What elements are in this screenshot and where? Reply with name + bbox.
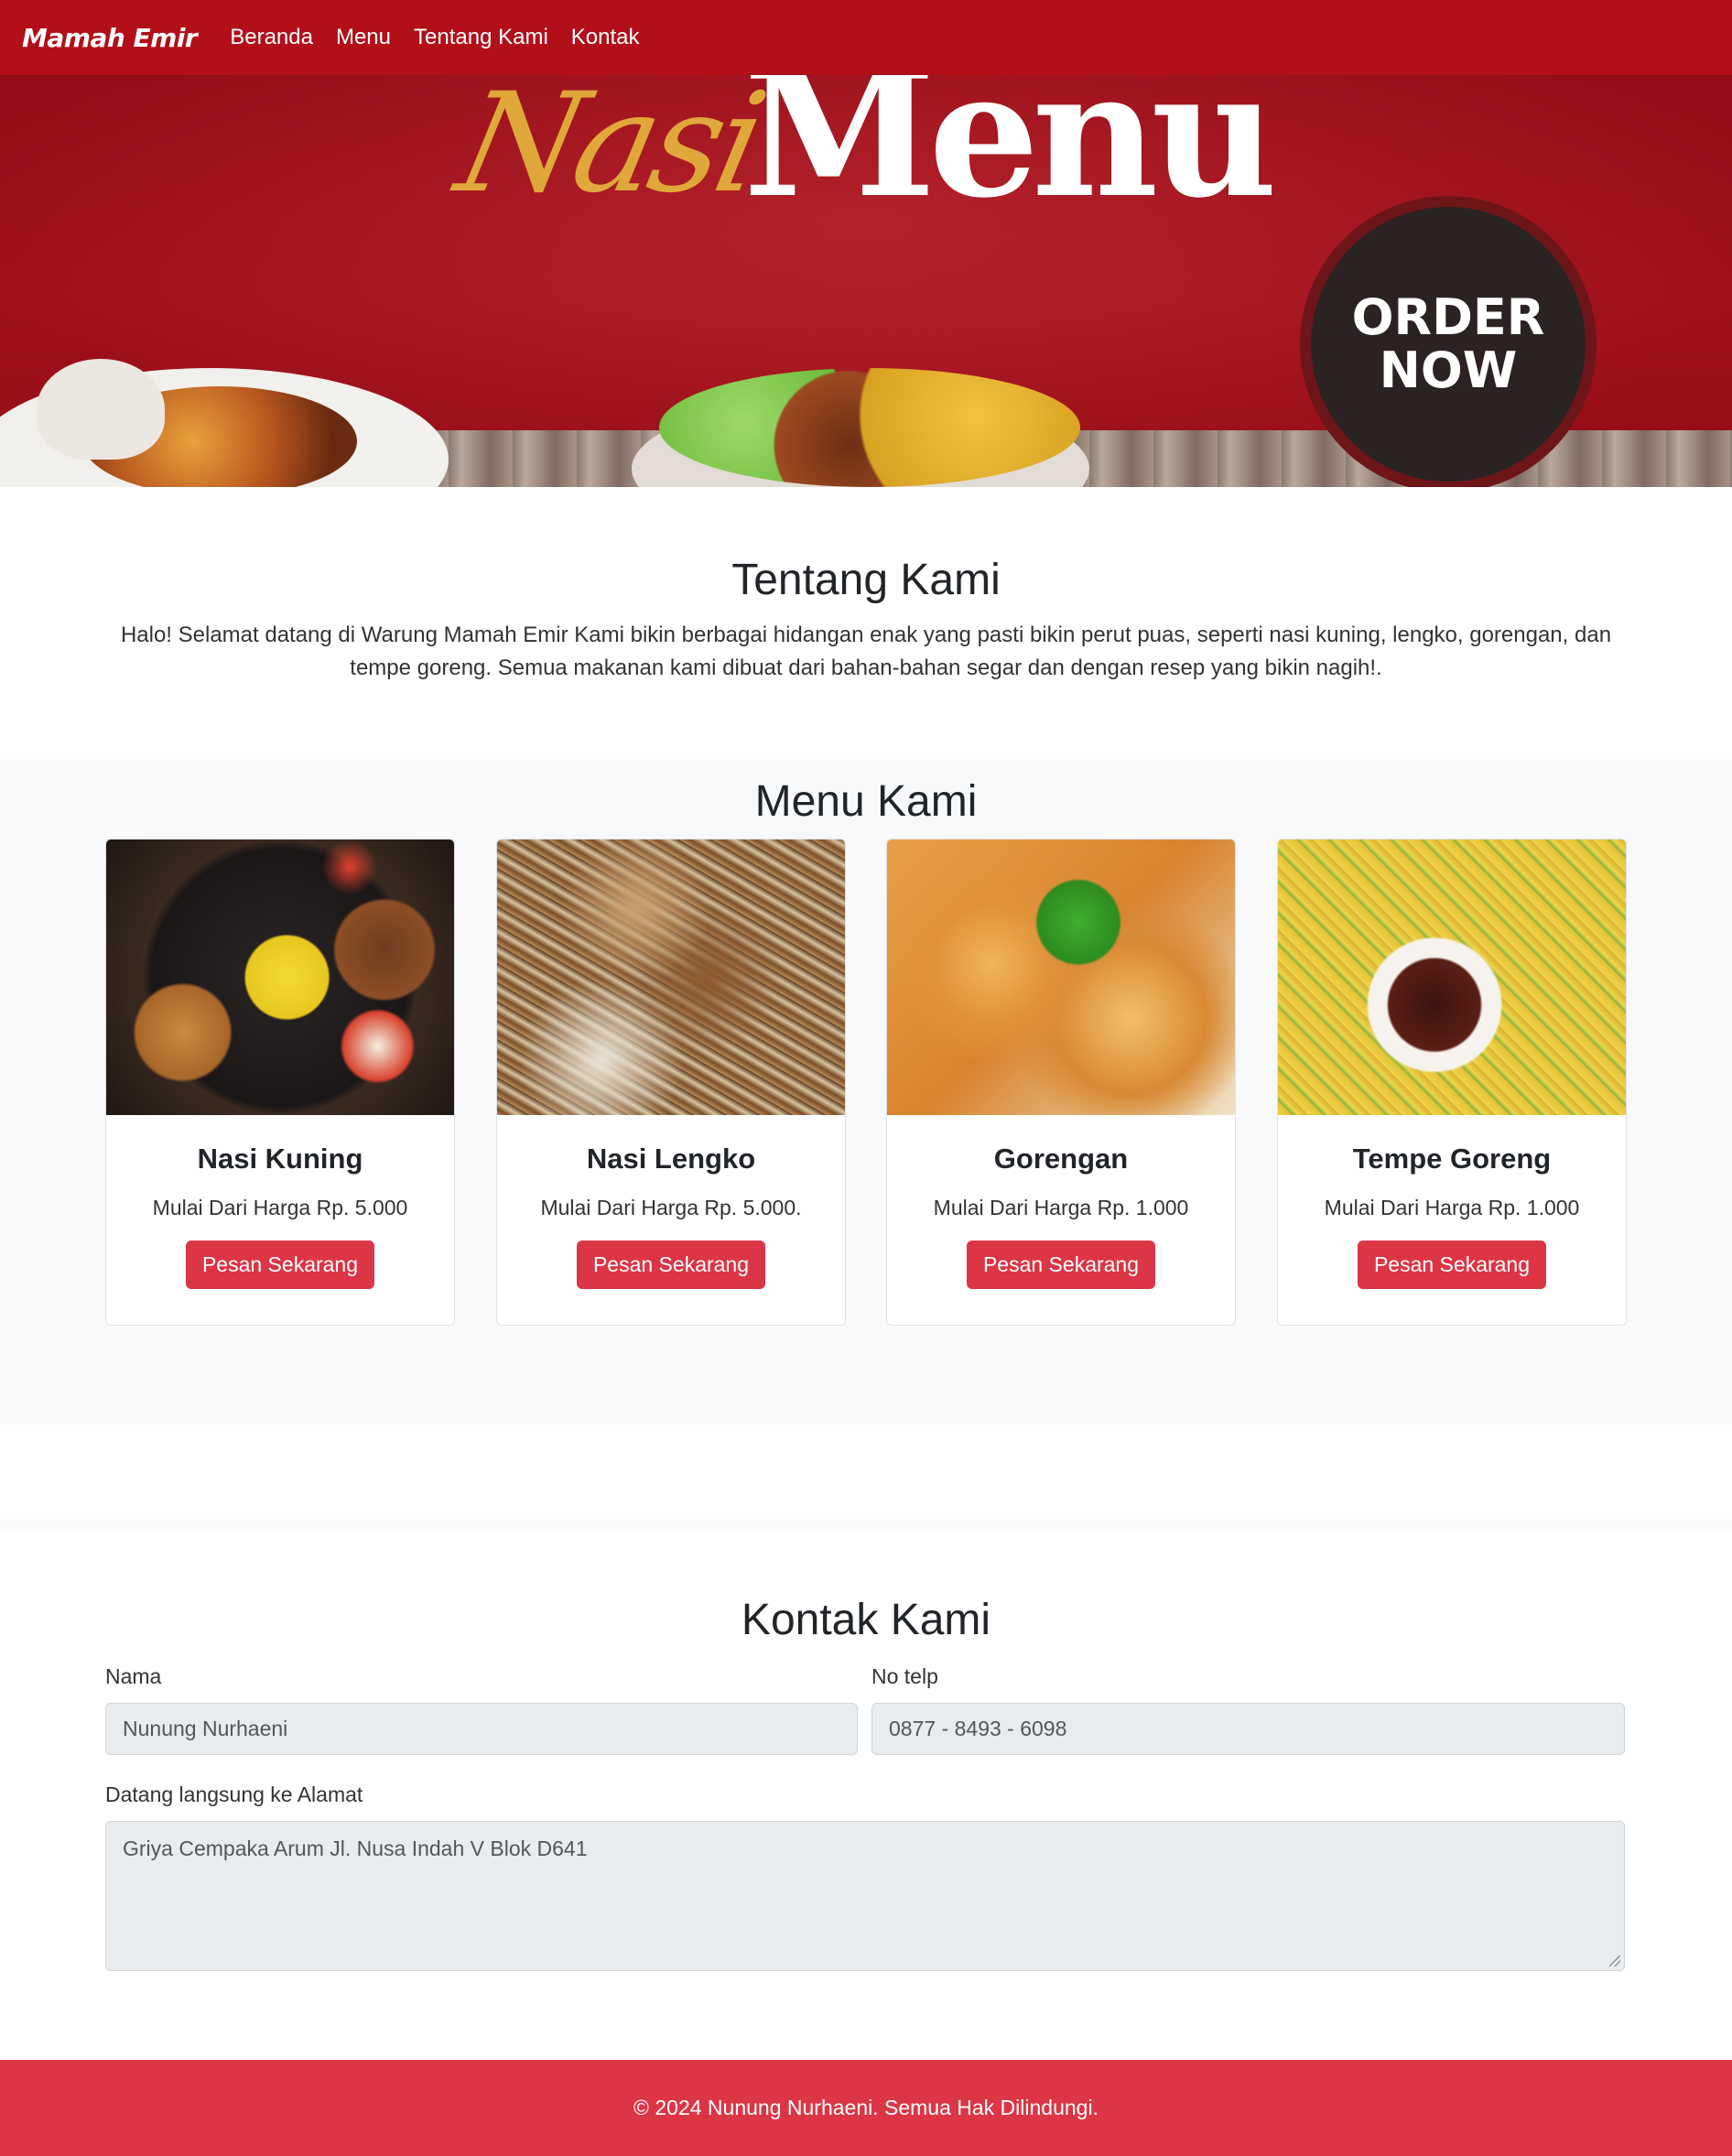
about-text: Halo! Selamat datang di Warung Mamah Emi… [120,623,1612,680]
contact-title: Kontak Kami [741,1596,991,1644]
hero-banner: Nasi Menu ORDER NOW [0,75,1732,487]
navbar: Mamah Emir Beranda Menu Tentang Kami Kon… [0,0,1732,75]
name-field[interactable]: Nunung Nurhaeni [105,1703,858,1755]
menu-card-nasi-lengko: Nasi Lengko Mulai Dari Harga Rp. 5.000. … [496,839,846,1326]
address-text: Griya Cempaka Arum Jl. Nusa Indah V Blok… [123,1836,588,1860]
nav-link-menu[interactable]: Menu [336,25,391,50]
about-title: Tentang Kami [731,556,1001,604]
nav-link-tentang-kami[interactable]: Tentang Kami [414,25,548,50]
pesan-sekarang-button[interactable]: Pesan Sekarang [966,1241,1156,1289]
address-label: Datang langsung ke Alamat [105,1782,363,1806]
hero-script-text: Nasi [445,75,774,223]
menu-card-price: Mulai Dari Harga Rp. 1.000 [933,1196,1189,1219]
menu-card-nasi-kuning: Nasi Kuning Mulai Dari Harga Rp. 5.000 P… [105,839,455,1326]
menu-card-title: Nasi Lengko [586,1143,756,1175]
menu-card-price: Mulai Dari Harga Rp. 5.000 [152,1196,408,1219]
footer: © 2024 Nunung Nurhaeni. Semua Hak Dilind… [0,2060,1732,2156]
menu-title: Menu Kami [754,777,978,826]
hero-crackers-image [37,359,165,460]
pesan-sekarang-button[interactable]: Pesan Sekarang [576,1241,766,1289]
menu-card-price: Mulai Dari Harga Rp. 5.000. [540,1196,802,1219]
menu-card-price: Mulai Dari Harga Rp. 1.000 [1324,1196,1580,1219]
menu-card-title: Nasi Kuning [197,1143,363,1175]
address-textarea[interactable]: Griya Cempaka Arum Jl. Nusa Indah V Blok… [105,1821,1625,1971]
pesan-sekarang-button[interactable]: Pesan Sekarang [185,1241,375,1289]
menu-card-gorengan: Gorengan Mulai Dari Harga Rp. 1.000 Pesa… [886,839,1236,1326]
resize-handle-icon[interactable] [1609,1956,1620,1966]
menu-card-tempe-goreng: Tempe Goreng Mulai Dari Harga Rp. 1.000 … [1277,839,1627,1326]
menu-card-title: Gorengan [993,1143,1129,1175]
hero-bowl-food-image [659,368,1080,487]
gorengan-image [887,840,1235,1115]
tempe-goreng-image [1278,840,1626,1115]
contact-divider [0,1520,1732,1529]
phone-field[interactable]: 0877 - 8493 - 6098 [871,1703,1625,1755]
phone-label: No telp [871,1664,938,1688]
name-label: Nama [105,1664,162,1688]
menu-card-title: Tempe Goreng [1352,1143,1552,1175]
pesan-sekarang-button[interactable]: Pesan Sekarang [1357,1241,1547,1289]
hero-title: Menu [743,75,1277,236]
nav-link-kontak[interactable]: Kontak [571,25,640,50]
nasi-lengko-image [497,840,845,1115]
order-now-button[interactable]: ORDER NOW [1311,207,1586,482]
nav-link-beranda[interactable]: Beranda [230,25,313,50]
nasi-kuning-image [106,840,454,1115]
brand-logo[interactable]: Mamah Emir [22,23,198,53]
footer-copyright: © 2024 Nunung Nurhaeni. Semua Hak Dilind… [633,2096,1099,2119]
